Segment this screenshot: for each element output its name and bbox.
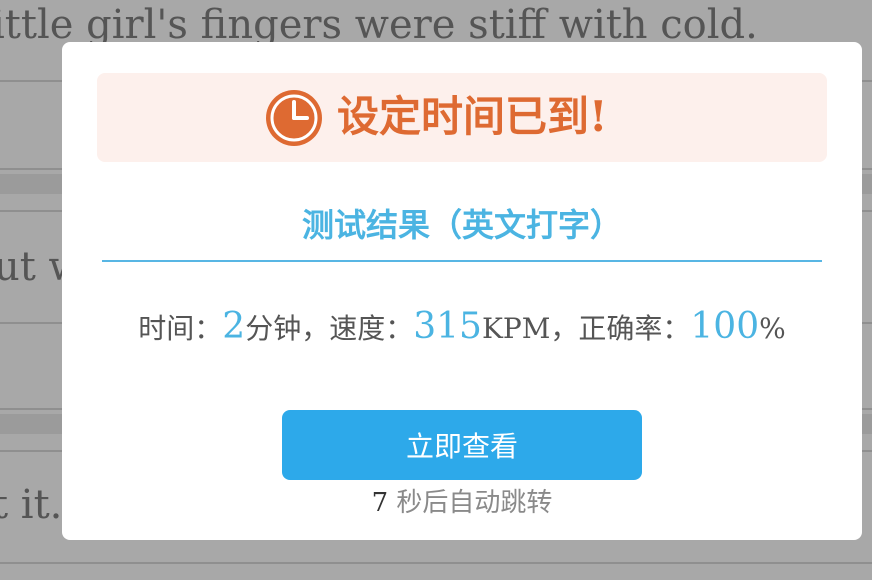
time-value: 2 <box>222 306 246 347</box>
speed-value: 315 <box>413 306 482 347</box>
background-text-line: t it. <box>0 482 63 528</box>
view-now-button[interactable]: 立即查看 <box>282 410 642 480</box>
redirect-countdown: 7 <box>371 488 389 518</box>
redirect-text: 秒后自动跳转 <box>396 488 553 518</box>
result-title: 测试结果（英文打字） <box>301 206 622 244</box>
title-divider <box>102 260 822 262</box>
divider <box>0 562 872 564</box>
stats-summary: 时间：2分钟，速度：315KPM，正确率：100% <box>62 306 862 347</box>
speed-label: 速度： <box>329 312 414 345</box>
time-unit: 分钟， <box>245 312 330 345</box>
result-dialog: 设定时间已到! 测试结果（英文打字） 时间：2分钟，速度：315KPM，正确率：… <box>62 42 862 540</box>
auto-redirect-notice: 7 秒后自动跳转 <box>62 482 862 519</box>
speed-unit: KPM， <box>481 312 579 345</box>
time-up-banner: 设定时间已到! <box>97 73 827 162</box>
clock-icon <box>266 90 322 146</box>
accuracy-label: 正确率： <box>578 312 691 345</box>
time-label: 时间： <box>138 312 223 345</box>
time-up-title: 设定时间已到! <box>337 92 608 141</box>
accuracy-value: 100 <box>690 306 760 347</box>
accuracy-unit: % <box>759 312 786 345</box>
